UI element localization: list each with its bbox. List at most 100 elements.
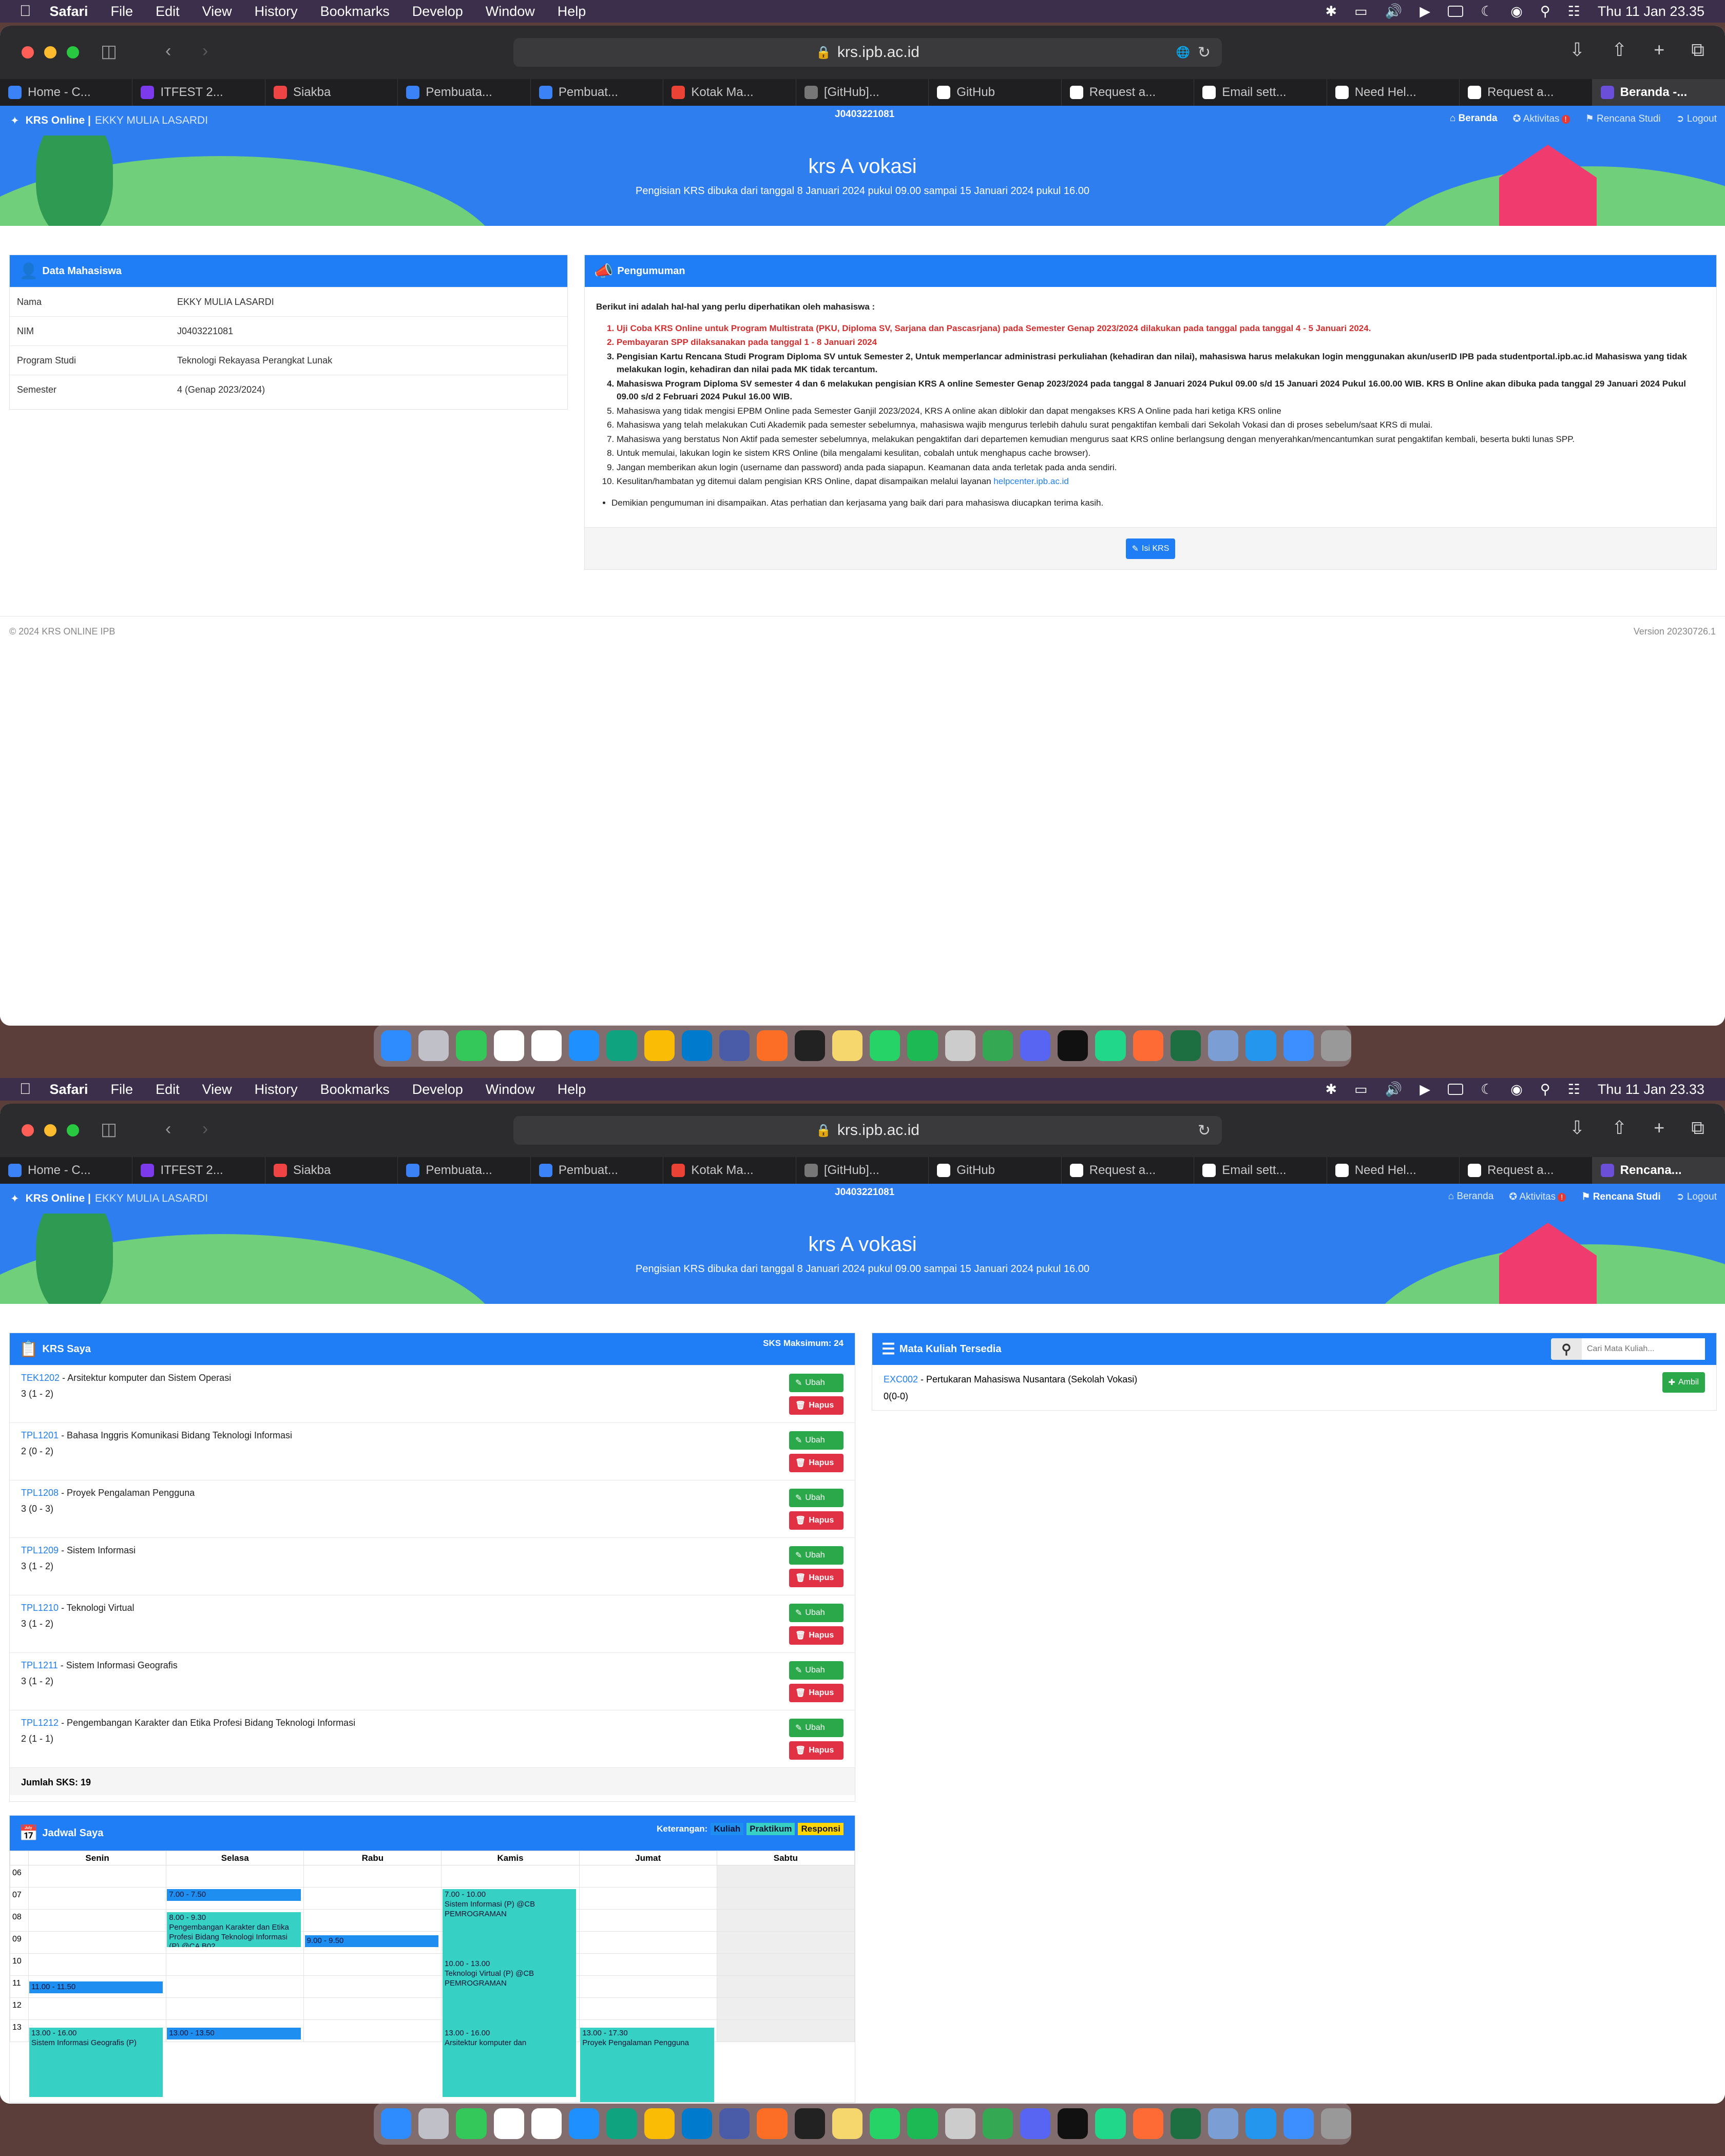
dock-app-icon[interactable] xyxy=(1208,2108,1239,2139)
nav-beranda[interactable]: ⌂ Beranda xyxy=(1450,113,1498,125)
new-tab-icon[interactable]: + xyxy=(1654,39,1664,61)
browser-tab[interactable]: Pembuata... xyxy=(398,1157,531,1184)
close-window-button[interactable] xyxy=(22,46,34,59)
search-icon[interactable]: ⚲ xyxy=(1540,4,1550,20)
reload-icon[interactable]: ↻ xyxy=(1198,1122,1211,1140)
dock-app-icon[interactable] xyxy=(606,2108,637,2139)
browser-tab[interactable]: [GitHub]... xyxy=(796,79,929,106)
dock-app-icon[interactable] xyxy=(418,2108,449,2139)
browser-tab[interactable]: ITFEST 2... xyxy=(132,1157,265,1184)
dock-app-icon[interactable] xyxy=(493,2108,524,2139)
browser-tab[interactable]: Request a... xyxy=(1460,79,1593,106)
menu-safari[interactable]: Safari xyxy=(50,1082,88,1098)
browser-tab[interactable]: Email sett... xyxy=(1194,1157,1327,1184)
browser-tab-active[interactable]: Rencana... xyxy=(1592,1157,1725,1184)
dock-app-icon[interactable] xyxy=(569,1030,600,1061)
course-code[interactable]: TPL1201 xyxy=(21,1430,59,1440)
ubah-button[interactable]: ✎ Ubah xyxy=(789,1431,844,1450)
dock-app-icon[interactable] xyxy=(1320,2108,1352,2139)
nav-rencana-studi[interactable]: ⚑ Rencana Studi xyxy=(1581,1191,1660,1203)
ubah-button[interactable]: ✎ Ubah xyxy=(789,1374,844,1392)
dock-app-icon[interactable] xyxy=(945,2108,975,2139)
menu-file[interactable]: File xyxy=(111,1082,133,1098)
brand[interactable]: KRS Online | xyxy=(26,114,91,127)
dock-app-icon[interactable] xyxy=(1208,1030,1239,1061)
browser-tab[interactable]: Siakba xyxy=(265,79,398,106)
schedule-event[interactable]: 13.00 - 16.00 Arsitektur komputer dan xyxy=(443,2028,577,2097)
menu-bookmarks[interactable]: Bookmarks xyxy=(320,4,390,20)
ubah-button[interactable]: ✎ Ubah xyxy=(789,1719,844,1737)
browser-tab[interactable]: Request a... xyxy=(1062,79,1195,106)
browser-tab[interactable]: Pembuata... xyxy=(398,79,531,106)
dock-app-icon[interactable] xyxy=(794,2108,825,2139)
apple-icon[interactable]:  xyxy=(20,3,31,20)
course-code[interactable]: TPL1209 xyxy=(21,1545,59,1555)
reload-icon[interactable]: ↻ xyxy=(1198,44,1211,62)
nav-logout[interactable]: ➲ Logout xyxy=(1676,1191,1717,1203)
dock-app-icon[interactable] xyxy=(870,2108,900,2139)
menu-view[interactable]: View xyxy=(202,1082,232,1098)
nav-beranda[interactable]: ⌂ Beranda xyxy=(1448,1191,1494,1203)
dock-app-icon[interactable] xyxy=(456,1030,487,1061)
isi-krs-button[interactable]: ✎ Isi KRS xyxy=(1125,538,1176,559)
browser-tab[interactable]: Siakba xyxy=(265,1157,398,1184)
ubah-button[interactable]: ✎ Ubah xyxy=(789,1546,844,1565)
zoom-window-button[interactable] xyxy=(67,1124,79,1137)
browser-tab[interactable]: Pembuat... xyxy=(531,1157,664,1184)
bluetooth-icon[interactable]: ✱ xyxy=(1326,4,1337,20)
volume-icon[interactable]: 🔊 xyxy=(1385,1081,1403,1098)
play-icon[interactable]: ▶ xyxy=(1420,4,1430,20)
schedule-event[interactable]: 7.00 - 10.00 Sistem Informasi (P) @CB PEM… xyxy=(443,1889,577,1958)
dock-app-icon[interactable] xyxy=(832,2108,863,2139)
nav-aktivitas[interactable]: ✪ Aktivitas! xyxy=(1509,1191,1566,1203)
browser-tab[interactable]: Need Hel... xyxy=(1327,79,1460,106)
dock-app-icon[interactable] xyxy=(870,1030,900,1061)
ubah-button[interactable]: ✎ Ubah xyxy=(789,1661,844,1680)
browser-tab[interactable]: Need Hel... xyxy=(1327,1157,1460,1184)
browser-tab[interactable]: GitHub xyxy=(929,1157,1062,1184)
control-center-icon[interactable]: ☷ xyxy=(1568,4,1580,20)
hapus-button[interactable]: 🗑 Hapus xyxy=(789,1396,844,1415)
hapus-button[interactable]: 🗑 Hapus xyxy=(789,1569,844,1587)
dock-app-icon[interactable] xyxy=(1245,1030,1276,1061)
hapus-button[interactable]: 🗑 Hapus xyxy=(789,1454,844,1472)
course-code[interactable]: TEK1202 xyxy=(21,1373,60,1383)
address-bar[interactable]: 🔒 krs.ipb.ac.id 🌐 ↻ xyxy=(513,38,1222,67)
dock-app-icon[interactable] xyxy=(1320,1030,1352,1061)
dock-app-icon[interactable] xyxy=(1020,2108,1051,2139)
dock-app-icon[interactable] xyxy=(681,2108,713,2139)
battery-icon[interactable] xyxy=(1448,6,1464,17)
browser-tab[interactable]: Request a... xyxy=(1460,1157,1593,1184)
moon-icon[interactable]: ☾ xyxy=(1481,1082,1493,1098)
dock-app-icon[interactable] xyxy=(1058,2108,1088,2139)
menu-develop[interactable]: Develop xyxy=(412,4,463,20)
browser-tab[interactable]: GitHub xyxy=(929,79,1062,106)
dock-app-icon[interactable] xyxy=(606,1030,637,1061)
clock[interactable]: Thu 11 Jan 23.33 xyxy=(1598,1082,1704,1098)
ubah-button[interactable]: ✎ Ubah xyxy=(789,1604,844,1622)
schedule-event[interactable]: 8.00 - 9.30 Pengembangan Karakter dan Eti… xyxy=(167,1912,301,1947)
dock-app-icon[interactable] xyxy=(1283,1030,1314,1061)
browser-tab-active[interactable]: Beranda -... xyxy=(1592,79,1725,106)
dock-app-icon[interactable] xyxy=(794,1030,825,1061)
dock-app-icon[interactable] xyxy=(381,2108,412,2139)
back-icon[interactable]: ‹ xyxy=(165,1119,171,1139)
hapus-button[interactable]: 🗑 Hapus xyxy=(789,1626,844,1645)
play-icon[interactable]: ▶ xyxy=(1420,1082,1430,1098)
dock-app-icon[interactable] xyxy=(907,1030,938,1061)
dock-app-icon[interactable] xyxy=(1170,1030,1201,1061)
new-tab-icon[interactable]: + xyxy=(1654,1117,1664,1139)
schedule-event[interactable]: 10.00 - 13.00 Teknologi Virtual (P) @CB P… xyxy=(443,1958,577,2028)
forward-icon[interactable]: › xyxy=(202,41,208,61)
minimize-window-button[interactable] xyxy=(44,1124,56,1137)
dock-app-icon[interactable] xyxy=(681,1030,713,1061)
menu-safari[interactable]: Safari xyxy=(50,4,88,20)
battery-icon[interactable] xyxy=(1448,1084,1464,1095)
close-window-button[interactable] xyxy=(22,1124,34,1137)
dock-app-icon[interactable] xyxy=(493,1030,524,1061)
dock-app-icon[interactable] xyxy=(982,2108,1013,2139)
dock-app-icon[interactable] xyxy=(1020,1030,1051,1061)
nav-rencana-studi[interactable]: ⚑ Rencana Studi xyxy=(1585,113,1661,125)
moon-icon[interactable]: ☾ xyxy=(1481,4,1493,20)
browser-tab[interactable]: Home - C... xyxy=(0,79,133,106)
